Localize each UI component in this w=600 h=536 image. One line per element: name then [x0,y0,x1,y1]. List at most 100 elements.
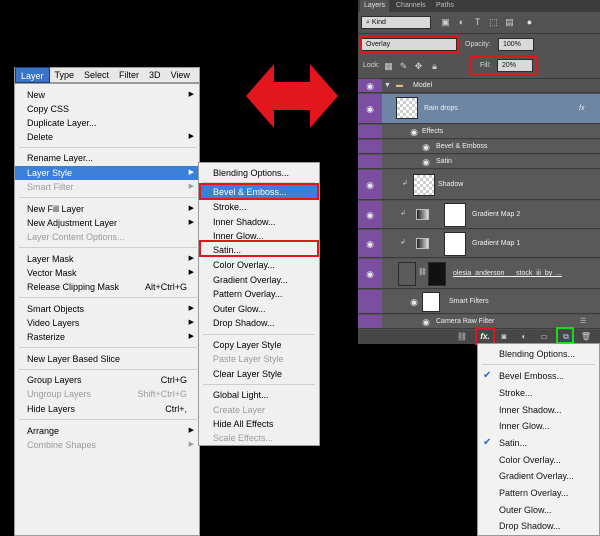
submenu-item-inner-shadow[interactable]: Inner Shadow... [199,215,319,229]
lock-transparent-icon[interactable]: ▦ [383,61,394,72]
menubar-select[interactable]: Select [79,67,114,83]
effect-row-bevel-emboss[interactable]: ◉ Bevel & Emboss [358,140,600,154]
submenu-item-blending-options[interactable]: Blending Options... [199,166,319,180]
submenu-item-drop-shadow[interactable]: Drop Shadow... [199,316,319,330]
fx-item-bevel-emboss[interactable]: ✔ Bevel Emboss... [478,368,599,384]
menu-item-group-layers[interactable]: Group Layers Ctrl+G [15,373,199,387]
submenu-item-global-light[interactable]: Global Light... [199,388,319,402]
effect-row-satin[interactable]: ◉ Satin [358,155,600,169]
submenu-item-color-overlay[interactable]: Color Overlay... [199,258,319,272]
visibility-eye-icon[interactable]: ◉ [364,211,376,220]
layer-group-model[interactable]: ◉ ▼ ▬ Model [358,79,600,93]
menu-item-vector-mask[interactable]: Vector Mask ▶ [15,266,199,280]
fx-item-satin[interactable]: ✔ Satin... [478,435,599,451]
opacity-input[interactable]: 100% [498,38,534,51]
lock-position-icon[interactable]: ✥ [413,61,424,72]
filter-toggle-icon[interactable]: ● [524,17,535,28]
link-layers-icon[interactable]: ⛓ [456,331,468,343]
visibility-eye-icon[interactable]: ◉ [364,270,376,279]
submenu-item-stroke[interactable]: Stroke... [199,200,319,214]
visibility-eye-icon[interactable]: ◉ [420,158,432,167]
menu-item-rasterize[interactable]: Rasterize ▶ [15,330,199,344]
filter-options-icon[interactable]: ☰ [580,317,586,327]
filter-smart-object-icon[interactable]: ▤ [504,17,515,28]
menu-item-combine-shapes[interactable]: Combine Shapes ▶ [15,438,199,452]
menu-item-ungroup-layers[interactable]: Ungroup Layers Shift+Ctrl+G [15,387,199,401]
tab-layers[interactable]: Layers [360,0,390,12]
menu-item-new-layer-based-slice[interactable]: New Layer Based Slice [15,352,199,366]
menu-item-copy-css[interactable]: Copy CSS [15,102,199,116]
submenu-item-pattern-overlay[interactable]: Pattern Overlay... [199,287,319,301]
fx-item-inner-glow[interactable]: Inner Glow... [478,418,599,434]
layer-gradient-map-2[interactable]: ◉ ↲ Gradient Map 2 [358,201,600,229]
filter-kind-select[interactable]: ⌕ Kind [361,16,431,29]
menu-item-layer-style[interactable]: Layer Style ▶ [15,166,199,180]
submenu-item-create-layer[interactable]: Create Layer [199,403,319,417]
menu-item-label: Delete [27,132,54,142]
lock-label: Lock: [363,62,380,69]
layer-shadow[interactable]: ◉ ↲ Shadow [358,170,600,200]
visibility-eye-icon[interactable]: ◉ [420,318,432,327]
menubar-type[interactable]: Type [50,67,80,83]
fx-item-outer-glow[interactable]: Outer Glow... [478,502,599,518]
visibility-eye-icon[interactable]: ◉ [408,128,420,137]
fx-item-color-overlay[interactable]: Color Overlay... [478,452,599,468]
menu-item-hide-layers[interactable]: Hide Layers Ctrl+, [15,402,199,416]
submenu-item-copy-layer-style[interactable]: Copy Layer Style [199,338,319,352]
submenu-item-hide-all-effects[interactable]: Hide All Effects [199,417,319,431]
menu-item-video-layers[interactable]: Video Layers ▶ [15,316,199,330]
expand-chevron-icon[interactable]: ▼ [384,81,391,91]
lock-image-icon[interactable]: ✎ [398,61,409,72]
menu-item-arrange[interactable]: Arrange ▶ [15,424,199,438]
filter-type-icon[interactable]: T [472,17,483,28]
visibility-eye-icon[interactable]: ◉ [364,240,376,249]
menu-item-new-adjustment-layer[interactable]: New Adjustment Layer ▶ [15,216,199,230]
fx-badge-icon[interactable]: fx [579,104,584,114]
filter-pixel-icon[interactable]: ▣ [440,17,451,28]
fx-item-blending-options[interactable]: Blending Options... [478,346,599,362]
menu-item-rename-layer[interactable]: Rename Layer... [15,151,199,165]
trash-icon[interactable]: 🗑︎ [580,331,592,343]
fx-item-pattern-overlay[interactable]: Pattern Overlay... [478,485,599,501]
menu-item-smart-objects[interactable]: Smart Objects ▶ [15,302,199,316]
submenu-item-paste-layer-style[interactable]: Paste Layer Style [199,352,319,366]
tab-channels[interactable]: Channels [392,0,430,12]
effects-row[interactable]: ◉ Effects [358,125,600,139]
menu-item-delete[interactable]: Delete ▶ [15,130,199,144]
visibility-eye-icon[interactable]: ◉ [420,143,432,152]
visibility-eye-icon[interactable]: ◉ [408,298,420,307]
new-group-icon[interactable]: ▭ [538,331,550,343]
layer-rain-drops[interactable]: ◉ Rain drops fx [358,94,600,124]
menubar-view[interactable]: View [166,67,195,83]
menu-item-new[interactable]: New ▶ [15,88,199,102]
filter-shape-icon[interactable]: ⬚ [488,17,499,28]
menu-item-release-clipping-mask[interactable]: Release Clipping Mask Alt+Ctrl+G [15,280,199,294]
visibility-eye-icon[interactable]: ◉ [364,105,376,114]
menubar-3d[interactable]: 3D [144,67,166,83]
lock-all-icon[interactable]: 🔒︎ [429,61,440,72]
menu-item-layer-content-options[interactable]: Layer Content Options... [15,230,199,244]
fx-item-gradient-overlay[interactable]: Gradient Overlay... [478,468,599,484]
menu-item-smart-filter[interactable]: Smart Filter ▶ [15,180,199,194]
fx-item-drop-shadow[interactable]: Drop Shadow... [478,518,599,534]
menu-item-new-fill-layer[interactable]: New Fill Layer ▶ [15,202,199,216]
add-mask-icon[interactable]: ◙ [498,331,510,343]
submenu-item-gradient-overlay[interactable]: Gradient Overlay... [199,273,319,287]
menu-item-layer-mask[interactable]: Layer Mask ▶ [15,252,199,266]
layer-photo-smart-object[interactable]: ◉ ⛓ olesia_anderson___stock_iii_by_... [358,259,600,289]
menu-item-duplicate-layer[interactable]: Duplicate Layer... [15,116,199,130]
visibility-eye-icon[interactable]: ◉ [364,82,376,91]
submenu-item-scale-effects[interactable]: Scale Effects... [199,431,319,445]
layer-gradient-map-1[interactable]: ◉ ↲ Gradient Map 1 [358,230,600,258]
fx-item-inner-shadow[interactable]: Inner Shadow... [478,402,599,418]
menubar-layer[interactable]: Layer [15,67,50,83]
submenu-item-outer-glow[interactable]: Outer Glow... [199,302,319,316]
submenu-item-clear-layer-style[interactable]: Clear Layer Style [199,367,319,381]
filter-adjustment-icon[interactable]: ◐ [456,17,467,28]
new-adjustment-icon[interactable]: ◐ [518,331,530,343]
menubar-filter[interactable]: Filter [114,67,144,83]
smart-filters-row[interactable]: ◉ Smart Filters [358,290,600,314]
visibility-eye-icon[interactable]: ◉ [364,181,376,190]
tab-paths[interactable]: Paths [432,0,458,12]
fx-item-stroke[interactable]: Stroke... [478,385,599,401]
